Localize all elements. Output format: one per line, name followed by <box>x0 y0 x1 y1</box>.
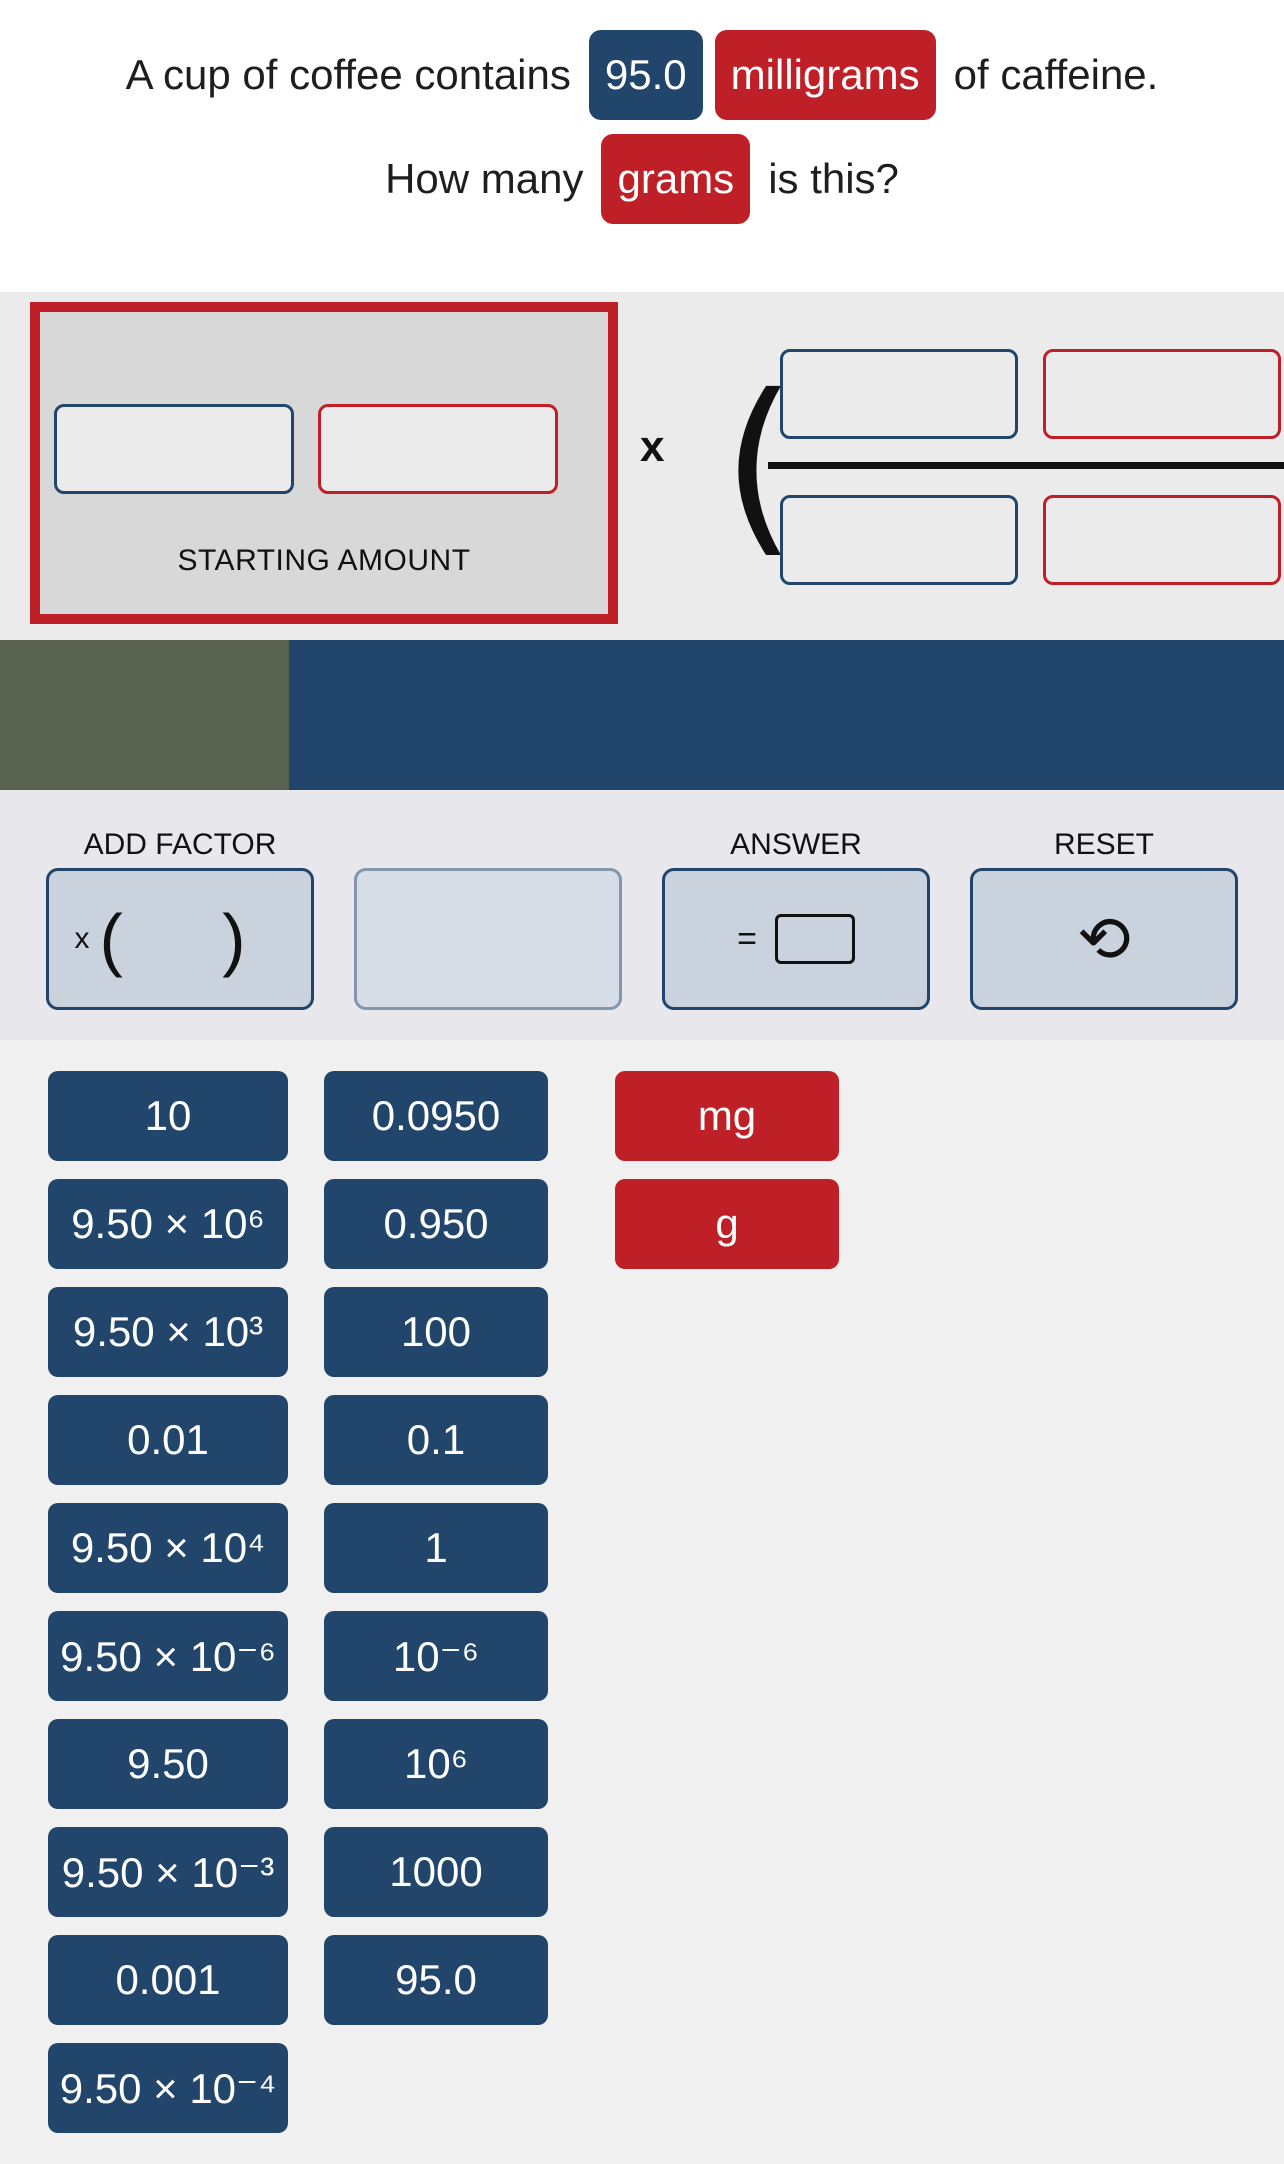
value-tile[interactable]: 9.50 <box>48 1719 288 1809</box>
value-tile[interactable]: 1 <box>324 1503 548 1593</box>
question-line-1: A cup of coffee contains 95.0 milligrams… <box>0 30 1284 120</box>
value-tile[interactable]: 100 <box>324 1287 548 1377</box>
add-factor-parens: ( ) <box>99 900 286 978</box>
value-tile[interactable]: 1000 <box>324 1827 548 1917</box>
multiply-symbol: x <box>640 422 665 471</box>
value-tile[interactable]: 9.50 × 10³ <box>48 1287 288 1377</box>
drop-bar <box>0 640 1284 790</box>
add-factor-x: x <box>74 922 90 955</box>
answer-button[interactable]: = <box>662 868 930 1010</box>
value-tile[interactable]: 10⁻⁶ <box>324 1611 548 1701</box>
starting-unit-slot[interactable] <box>318 404 558 494</box>
answer-box-icon <box>774 914 855 964</box>
value-tile[interactable]: 0.950 <box>324 1179 548 1269</box>
fraction-bar <box>768 462 1284 469</box>
value-tile[interactable]: 9.50 × 10⁶ <box>48 1179 288 1269</box>
add-factor-label: ADD FACTOR <box>83 828 277 861</box>
question-text-prefix: A cup of coffee contains <box>125 51 571 98</box>
value-tile[interactable]: 9.50 × 10⁻⁶ <box>48 1611 288 1701</box>
value-tile[interactable]: 9.50 × 10⁻⁴ <box>48 2043 288 2133</box>
reset-button[interactable]: ⟲ <box>970 868 1238 1010</box>
drop-bar-highlight <box>0 640 289 790</box>
undo-arrow-icon: ⟲ <box>1077 902 1131 975</box>
question-prompt-suffix: is this? <box>768 155 899 202</box>
empty-control-slot <box>354 868 622 1010</box>
value-tile[interactable]: 10 <box>48 1071 288 1161</box>
equals-sign: = <box>737 919 757 958</box>
answer-label: ANSWER <box>730 828 862 861</box>
value-tile[interactable]: 0.1 <box>324 1395 548 1485</box>
factor-denominator-unit-slot[interactable] <box>1043 495 1281 585</box>
add-factor-button[interactable]: x ( ) <box>46 868 314 1010</box>
value-tile[interactable]: 9.50 × 10⁻³ <box>48 1827 288 1917</box>
starting-amount-label: STARTING AMOUNT <box>177 544 471 577</box>
question-prompt-prefix: How many <box>385 155 584 202</box>
controls-bar: ADD FACTOR x ( ) ANSWER = RESET ⟲ <box>0 790 1284 1040</box>
starting-amount-box[interactable]: STARTING AMOUNT <box>30 302 618 624</box>
value-tile[interactable]: 9.50 × 10⁴ <box>48 1503 288 1593</box>
value-tile[interactable]: 0.001 <box>48 1935 288 2025</box>
value-tile[interactable]: 0.0950 <box>324 1071 548 1161</box>
unit-tile-g[interactable]: g <box>615 1179 839 1269</box>
factor-numerator-value-slot[interactable] <box>780 349 1018 439</box>
factor-denominator-value-slot[interactable] <box>780 495 1018 585</box>
question-text-suffix: of caffeine. <box>953 51 1159 98</box>
reset-label: RESET <box>1053 828 1155 861</box>
given-unit-chip: milligrams <box>714 30 936 120</box>
value-tile[interactable]: 10⁶ <box>324 1719 548 1809</box>
question-header: A cup of coffee contains 95.0 milligrams… <box>0 0 1284 292</box>
target-unit-chip: grams <box>601 134 751 224</box>
workspace: STARTING AMOUNT x ( <box>0 292 1284 640</box>
factor-numerator-unit-slot[interactable] <box>1043 349 1281 439</box>
value-tile[interactable]: 0.01 <box>48 1395 288 1485</box>
unit-tile-mg[interactable]: mg <box>615 1071 839 1161</box>
given-amount-chip: 95.0 <box>588 30 703 120</box>
question-line-2: How many grams is this? <box>0 134 1284 224</box>
starting-value-slot[interactable] <box>54 404 294 494</box>
value-tile[interactable]: 95.0 <box>324 1935 548 2025</box>
